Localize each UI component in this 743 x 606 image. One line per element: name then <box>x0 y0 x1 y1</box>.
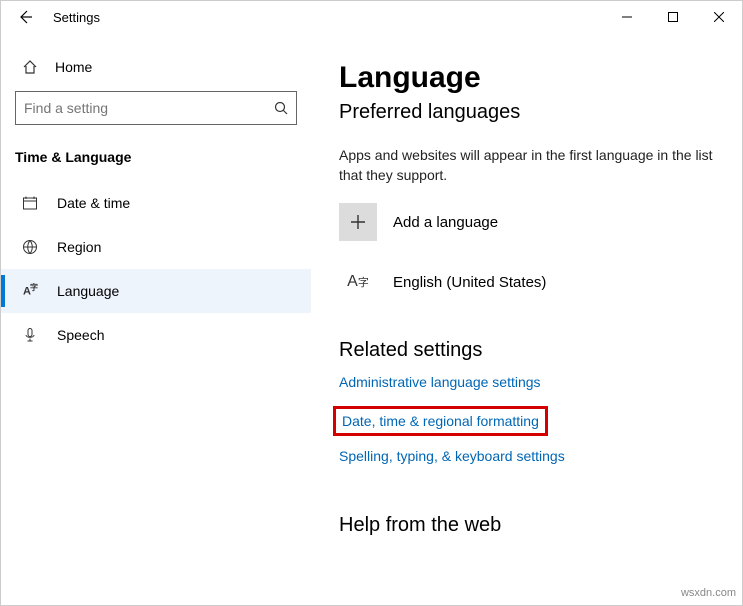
language-icon: A字 <box>21 284 39 298</box>
help-heading: Help from the web <box>339 514 722 537</box>
plus-icon <box>339 203 377 241</box>
link-admin-language[interactable]: Administrative language settings <box>339 374 541 390</box>
main-panel: Language Preferred languages Apps and we… <box>311 33 742 605</box>
home-label: Home <box>55 59 92 75</box>
sidebar-item-label: Region <box>57 239 101 255</box>
minimize-button[interactable] <box>604 1 650 33</box>
sidebar-section-heading: Time & Language <box>1 143 311 181</box>
home-icon <box>21 59 39 75</box>
add-language-button[interactable]: Add a language <box>339 203 722 241</box>
add-language-label: Add a language <box>393 214 498 231</box>
page-title: Language <box>339 61 722 95</box>
sidebar: Home Time & Language Date & time Region <box>1 33 311 605</box>
calendar-icon <box>21 195 39 211</box>
back-button[interactable] <box>1 1 49 33</box>
sidebar-item-region[interactable]: Region <box>1 225 311 269</box>
home-nav-item[interactable]: Home <box>1 51 311 83</box>
language-az-icon: A字 <box>339 263 377 301</box>
link-spelling-typing[interactable]: Spelling, typing, & keyboard settings <box>339 448 565 464</box>
window-title: Settings <box>49 10 100 25</box>
maximize-button[interactable] <box>650 1 696 33</box>
search-field[interactable] <box>24 100 274 116</box>
sidebar-item-date-time[interactable]: Date & time <box>1 181 311 225</box>
related-settings-heading: Related settings <box>339 339 722 362</box>
sidebar-item-label: Date & time <box>57 195 130 211</box>
sidebar-item-speech[interactable]: Speech <box>1 313 311 357</box>
sidebar-item-label: Language <box>57 283 119 299</box>
globe-icon <box>21 239 39 255</box>
language-name: English (United States) <box>393 274 546 291</box>
sidebar-item-language[interactable]: A字 Language <box>1 269 311 313</box>
microphone-icon <box>21 327 39 343</box>
close-button[interactable] <box>696 1 742 33</box>
search-input[interactable] <box>15 91 297 125</box>
sidebar-item-label: Speech <box>57 327 104 343</box>
description-text: Apps and websites will appear in the fir… <box>339 146 719 185</box>
page-subtitle: Preferred languages <box>339 101 722 124</box>
language-entry[interactable]: A字 English (United States) <box>339 263 722 301</box>
search-icon <box>274 101 288 115</box>
link-regional-formatting[interactable]: Date, time & regional formatting <box>333 406 548 436</box>
watermark: wsxdn.com <box>681 587 736 599</box>
